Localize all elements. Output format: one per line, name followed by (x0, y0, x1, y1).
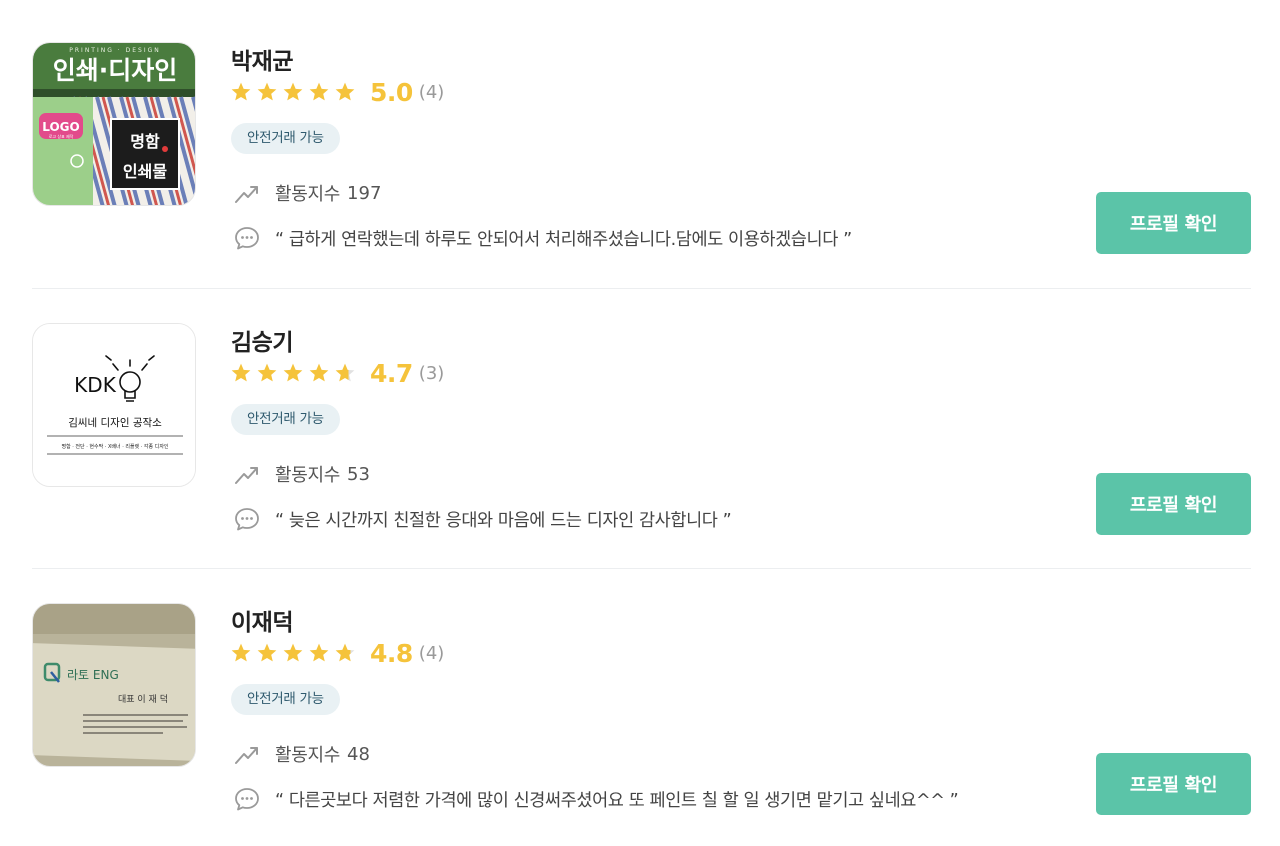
sign-panel-line2: 인쇄물 (123, 162, 167, 181)
latest-review-text: “ 급하게 연락했는데 하루도 안되어서 처리해주셨습니다.담에도 이용하겠습니… (275, 229, 852, 250)
seller-card: KDK 김씨네 디자인 공작소 명함 · 전단 · 현수막 · X배너 · 리플… (32, 289, 1251, 569)
kdk-logo-text: KDK (74, 373, 117, 397)
star-icon (283, 363, 303, 382)
activity-row: 활동지수 48 (234, 739, 370, 769)
trending-up-icon (235, 747, 258, 764)
activity-row: 활동지수 197 (234, 178, 381, 208)
activity-label: 활동지수 (275, 465, 341, 486)
sign-panel-line1: 명함 (130, 132, 160, 151)
business-card-photo: 라토 ENG 대표 이 재 덕 (33, 604, 195, 766)
card-person-name: 대표 이 재 덕 (118, 694, 168, 705)
seller-thumbnail[interactable]: KDK 김씨네 디자인 공작소 명함 · 전단 · 현수막 · X배너 · 리플… (32, 323, 196, 487)
seller-thumbnail[interactable]: 라토 ENG 대표 이 재 덕 (32, 603, 196, 767)
safe-trade-badge: 안전거래 가능 (231, 684, 340, 715)
activity-label: 활동지수 (275, 184, 341, 205)
safe-trade-badge: 안전거래 가능 (231, 404, 340, 435)
rating-stars (230, 81, 356, 103)
rating-score: 4.8 (370, 638, 413, 668)
activity-row: 활동지수 53 (234, 459, 370, 489)
star-icon (283, 82, 303, 101)
seller-thumbnail[interactable]: PRINTING · DESIGN 인쇄·디자인 LOGO 로고 상표 제작 명… (32, 42, 196, 206)
rating-row: 4.8 (4) (230, 637, 444, 669)
review-count: (4) (418, 81, 445, 103)
seller-card: 라토 ENG 대표 이 재 덕 이재덕 4.8 (4) 안전거래 가능 활동지수… (32, 569, 1251, 846)
rating-row: 4.7 (3) (230, 357, 444, 389)
star-icon (257, 82, 277, 101)
latest-review-text: “ 늦은 시간까지 친절한 응대와 마음에 드는 디자인 감사합니다 ” (275, 510, 732, 531)
sign-band-text: PRINTING · DESIGN (69, 47, 160, 54)
speech-bubble-icon (235, 227, 259, 250)
star-icon (335, 643, 355, 662)
logo-sticker-text: LOGO (42, 120, 79, 134)
star-icon (309, 82, 329, 101)
sign-top-text: 인쇄·디자인 (53, 56, 178, 85)
seller-name[interactable]: 박재균 (231, 42, 293, 76)
kdk-tagline: 김씨네 디자인 공작소 (68, 417, 162, 429)
kdk-services: 명함 · 전단 · 현수막 · X배너 · 리플렛 · 각종 디자인 (61, 443, 168, 450)
star-icon (335, 363, 355, 382)
latest-review-row: “ 다른곳보다 저렴한 가격에 많이 신경써주셨어요 또 페인트 칠 할 일 생… (234, 783, 959, 815)
rating-score: 4.7 (370, 358, 413, 388)
review-count: (4) (418, 642, 445, 664)
rating-stars (230, 642, 356, 664)
company-name: 라토 ENG (67, 668, 119, 682)
rating-stars (230, 362, 356, 384)
activity-value: 197 (347, 182, 382, 204)
latest-review-text: “ 다른곳보다 저렴한 가격에 많이 신경써주셨어요 또 페인트 칠 할 일 생… (275, 790, 959, 811)
latest-review-row: “ 늦은 시간까지 친절한 응대와 마음에 드는 디자인 감사합니다 ” (234, 503, 732, 535)
seller-name[interactable]: 이재덕 (231, 603, 293, 637)
activity-label: 활동지수 (275, 745, 341, 766)
rating-score: 5.0 (370, 77, 413, 107)
seller-name[interactable]: 김승기 (231, 323, 293, 357)
activity-value: 53 (347, 463, 370, 485)
star-icon (231, 643, 251, 662)
trending-up-icon (235, 186, 258, 203)
speech-bubble-icon (235, 788, 259, 811)
speech-bubble-icon (235, 508, 259, 531)
rating-row: 5.0 (4) (230, 76, 444, 108)
printing-shop-photo: PRINTING · DESIGN 인쇄·디자인 LOGO 로고 상표 제작 명… (33, 43, 195, 205)
star-icon (257, 643, 277, 662)
kdk-logo-image: KDK 김씨네 디자인 공작소 명함 · 전단 · 현수막 · X배너 · 리플… (33, 324, 195, 486)
activity-value: 48 (347, 743, 370, 765)
seller-list: PRINTING · DESIGN 인쇄·디자인 LOGO 로고 상표 제작 명… (0, 0, 1280, 846)
trending-up-icon (235, 467, 258, 484)
star-icon (257, 363, 277, 382)
latest-review-row: “ 급하게 연락했는데 하루도 안되어서 처리해주셨습니다.담에도 이용하겠습니… (234, 222, 852, 254)
profile-button[interactable]: 프로필 확인 (1096, 473, 1251, 535)
star-icon (283, 643, 303, 662)
star-icon (335, 82, 355, 101)
star-icon (231, 363, 251, 382)
profile-button[interactable]: 프로필 확인 (1096, 192, 1251, 254)
profile-button[interactable]: 프로필 확인 (1096, 753, 1251, 815)
logo-sticker-subtext: 로고 상표 제작 (49, 133, 74, 139)
star-icon (309, 643, 329, 662)
seller-card: PRINTING · DESIGN 인쇄·디자인 LOGO 로고 상표 제작 명… (32, 8, 1251, 288)
star-icon (231, 82, 251, 101)
safe-trade-badge: 안전거래 가능 (231, 123, 340, 154)
star-icon (309, 363, 329, 382)
review-count: (3) (418, 362, 445, 384)
